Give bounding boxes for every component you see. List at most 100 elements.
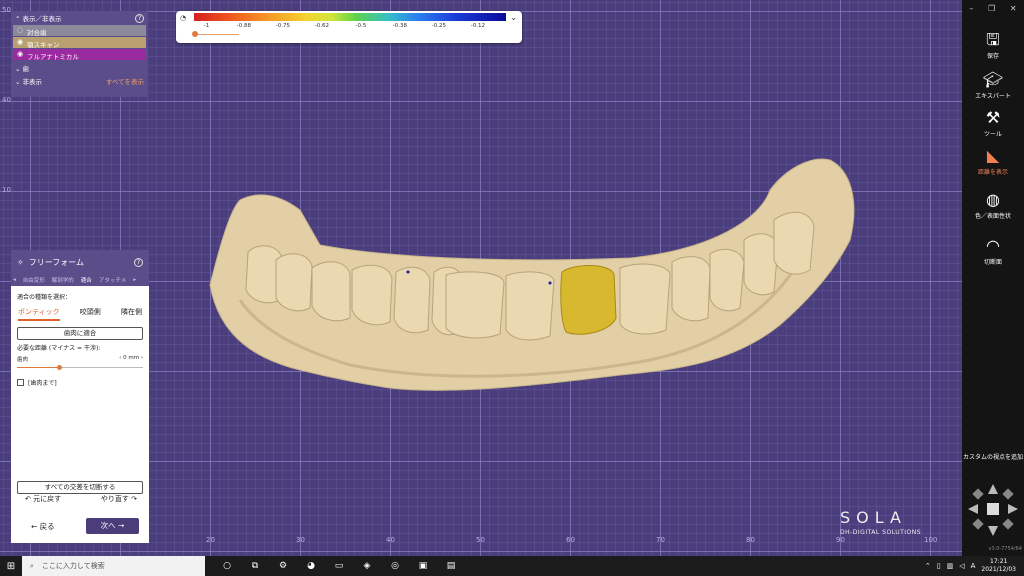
to-gum-checkbox[interactable]: [歯肉まで] bbox=[17, 378, 143, 387]
checkbox-box[interactable] bbox=[17, 379, 24, 386]
freeform-title: フリーフォーム bbox=[28, 257, 84, 267]
network-icon[interactable]: ▥ bbox=[947, 562, 954, 570]
fit-to-gum-button[interactable]: 歯肉に適合 bbox=[17, 327, 143, 340]
view-corner[interactable] bbox=[1002, 488, 1014, 500]
eye-icon[interactable]: ◉ bbox=[17, 50, 23, 58]
gum-distance-slider[interactable] bbox=[17, 365, 143, 370]
save-tool[interactable]: 🖫 保存 bbox=[962, 30, 1024, 60]
visibility-item-jaw-scan[interactable]: ◉ 顎スキャン bbox=[13, 37, 146, 49]
next-button[interactable]: 次へ → bbox=[86, 518, 139, 534]
tool-label: エキスパート bbox=[975, 93, 1011, 100]
visibility-item-label: 対合歯 bbox=[27, 29, 47, 37]
cut-all-intersections-button[interactable]: すべての交差を切断する bbox=[17, 481, 143, 494]
chevron-down-icon[interactable]: ⌄ bbox=[510, 13, 517, 22]
exocad-app-icon[interactable]: ▤ bbox=[443, 561, 459, 571]
minimize-icon[interactable]: – bbox=[969, 4, 973, 13]
cut-plane-icon: ◠ bbox=[986, 236, 1000, 255]
scale-tick: -0.38 bbox=[392, 23, 408, 29]
contact-point bbox=[548, 281, 552, 285]
view-navigation-cube[interactable] bbox=[966, 482, 1020, 538]
view-right-arrow[interactable] bbox=[1008, 504, 1018, 514]
ruler-x-label: 30 bbox=[296, 536, 305, 544]
tool-label: 切断面 bbox=[983, 259, 1002, 266]
app-icon[interactable]: ◈ bbox=[359, 561, 375, 571]
chevron-right-icon[interactable]: › bbox=[139, 355, 143, 361]
restore-icon[interactable]: ❐ bbox=[988, 4, 995, 13]
show-all-link[interactable]: すべてを表示 bbox=[106, 76, 144, 86]
view-corner[interactable] bbox=[972, 488, 984, 500]
chevron-left-icon[interactable]: ◂ bbox=[13, 277, 16, 283]
settings-icon[interactable]: ⚙ bbox=[275, 561, 291, 571]
teeth-section[interactable]: ⌄ 歯 bbox=[11, 61, 148, 74]
crown-full-anatomical[interactable] bbox=[560, 265, 617, 335]
exocad-icon[interactable]: ◎ bbox=[387, 561, 403, 571]
battery-icon[interactable]: ▯ bbox=[937, 562, 941, 570]
help-icon[interactable]: ? bbox=[134, 257, 143, 267]
view-center-face[interactable] bbox=[987, 503, 999, 515]
task-view-icon[interactable]: ⧉ bbox=[247, 561, 263, 571]
help-icon[interactable]: ? bbox=[135, 13, 144, 23]
chevron-down-icon: ⌄ bbox=[15, 64, 23, 73]
tool-label: ツール bbox=[983, 131, 1002, 138]
windows-start-icon[interactable]: ⊞ bbox=[0, 561, 22, 572]
clock[interactable]: 17:21 2021/12/03 bbox=[981, 558, 1016, 574]
gauge-icon[interactable]: ◔ bbox=[180, 14, 186, 22]
chevron-right-icon[interactable]: ▸ bbox=[133, 277, 136, 283]
chrome-icon[interactable]: ◕ bbox=[303, 561, 319, 571]
visibility-header[interactable]: ⌃ 表示／非表示 ? bbox=[11, 11, 148, 25]
tab-anatomical[interactable]: 解剖学的 bbox=[52, 276, 74, 284]
slider-handle[interactable] bbox=[57, 365, 62, 370]
visibility-item-full-anatomical[interactable]: ◉ フルアナトミカル bbox=[13, 49, 146, 61]
file-explorer-icon[interactable]: ▭ bbox=[331, 561, 347, 571]
cortana-icon[interactable]: ○ bbox=[219, 561, 235, 571]
ime-indicator[interactable]: A bbox=[971, 562, 976, 570]
ruler-x-label: 60 bbox=[566, 536, 575, 544]
legend-slider-knob[interactable] bbox=[192, 31, 198, 37]
view-corner[interactable] bbox=[1002, 518, 1014, 530]
expert-tool[interactable]: 🎓︎ エキスパート bbox=[962, 70, 1024, 100]
eye-hidden-icon[interactable]: ◌ bbox=[17, 26, 23, 34]
view-left-arrow[interactable] bbox=[968, 504, 978, 514]
fit-type-pontic[interactable]: ポンティック bbox=[18, 307, 60, 321]
custom-view-label[interactable]: カスタムの視点を追加 bbox=[962, 453, 1024, 462]
cut-plane-tool[interactable]: ◠ 切断面 bbox=[962, 236, 1024, 266]
tab-fit[interactable]: 適合 bbox=[81, 276, 92, 284]
slider-value: 0 mm bbox=[123, 355, 140, 361]
ruler-x-label: 20 bbox=[206, 536, 215, 544]
volume-icon[interactable]: ◁ bbox=[959, 562, 964, 570]
tools-tool[interactable]: ⚒ ツール bbox=[962, 108, 1024, 138]
undo-button[interactable]: ↶ 元に戻す bbox=[25, 494, 61, 504]
visibility-panel: ⌃ 表示／非表示 ? ◌ 対合歯 ◉ 顎スキャン ◉ フルアナトミカル ⌄ 歯 … bbox=[11, 11, 148, 97]
fit-type-occlusal[interactable]: 咬頭側 bbox=[80, 307, 101, 321]
view-corner[interactable] bbox=[972, 518, 984, 530]
version-label: v3.0-7754/64 bbox=[988, 546, 1023, 552]
tab-free-deform[interactable]: 自由変形 bbox=[23, 276, 45, 284]
checkbox-label: [歯肉まで] bbox=[28, 380, 57, 387]
distance-tool[interactable]: ◣ 距離を表示 bbox=[962, 146, 1024, 176]
system-tray: ⌃ ▯ ▥ ◁ A 17:21 2021/12/03 bbox=[925, 558, 1016, 574]
redo-button[interactable]: やり直す ↷ bbox=[101, 494, 137, 504]
slider-fill bbox=[17, 367, 59, 368]
hidden-section[interactable]: ⌄ 非表示 すべてを表示 bbox=[11, 74, 148, 87]
taskbar-search[interactable]: ⌕ ここに入力して検索 bbox=[22, 556, 205, 576]
chevron-up-icon[interactable]: ⌃ bbox=[925, 562, 931, 570]
color-surface-tool[interactable]: ◍ 色／表面性状 bbox=[962, 190, 1024, 220]
fit-type-adjacent[interactable]: 隣在側 bbox=[121, 307, 142, 321]
tab-attachment[interactable]: アタッチメ bbox=[99, 276, 127, 284]
slider-name: 歯肉 bbox=[17, 357, 29, 363]
tool-label: 色／表面性状 bbox=[974, 213, 1011, 220]
dental-scan-model[interactable] bbox=[200, 150, 870, 410]
eye-icon[interactable]: ◉ bbox=[17, 38, 23, 46]
back-button[interactable]: ← 戻る bbox=[31, 521, 55, 532]
visibility-item-label: フルアナトミカル bbox=[27, 53, 79, 61]
ruler-y-label: 40 bbox=[2, 96, 11, 104]
hidden-section-label: 非表示 bbox=[22, 77, 43, 86]
legend-range-slider[interactable] bbox=[194, 34, 239, 35]
view-bottom-arrow[interactable] bbox=[988, 526, 998, 536]
save-icon: 🖫 bbox=[986, 30, 1000, 49]
app-icon[interactable]: ▣ bbox=[415, 561, 431, 571]
close-icon[interactable]: ✕ bbox=[1010, 4, 1017, 13]
visibility-item-antagonist[interactable]: ◌ 対合歯 bbox=[13, 25, 146, 37]
view-top-arrow[interactable] bbox=[988, 484, 998, 494]
chevron-up-icon[interactable]: ⌃ bbox=[15, 15, 23, 23]
